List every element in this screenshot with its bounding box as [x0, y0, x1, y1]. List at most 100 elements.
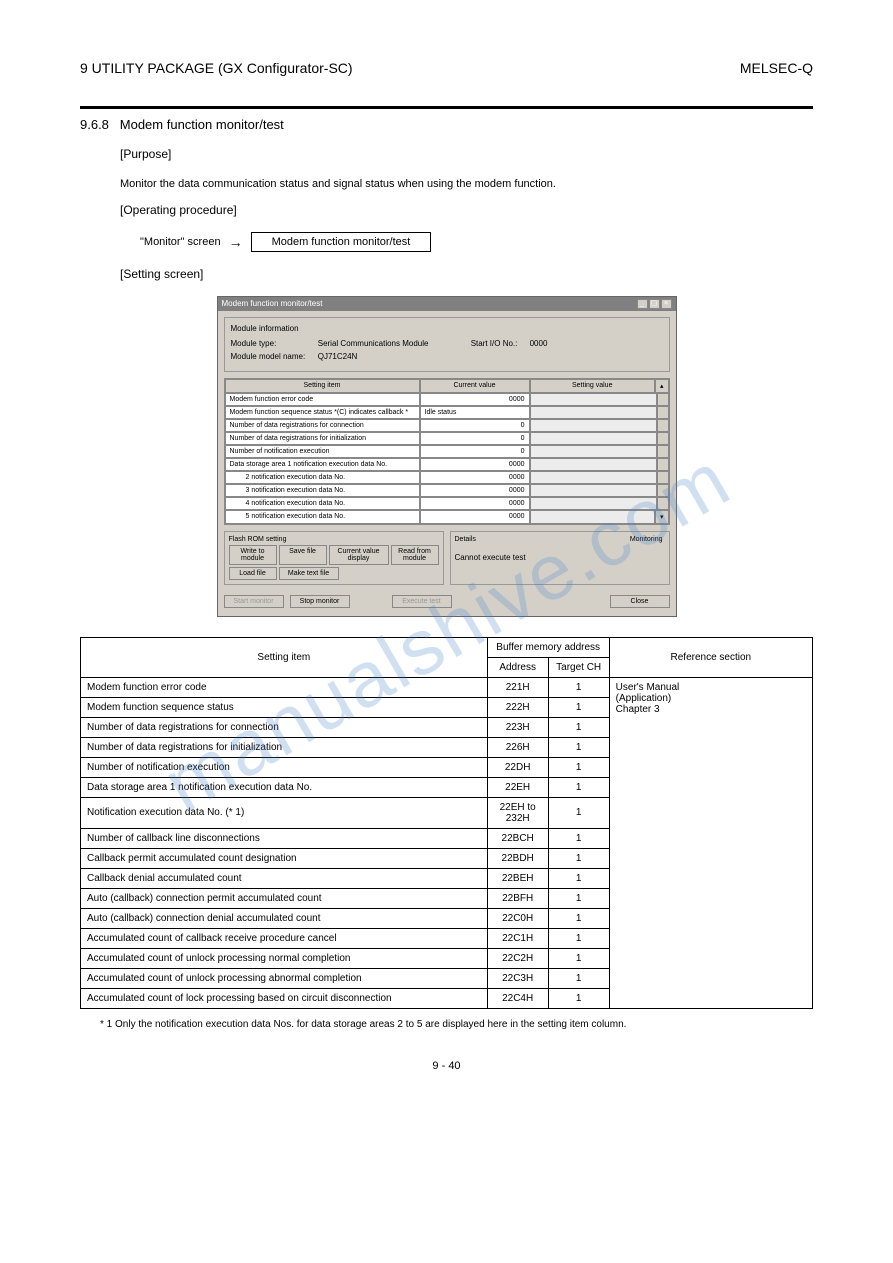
table-cell-ch: 1: [548, 828, 609, 848]
grid-scrollbar-track[interactable]: [657, 445, 669, 458]
grid-scrollbar-track[interactable]: [657, 432, 669, 445]
operating-procedure-label: [Operating procedure]: [120, 203, 813, 217]
grid-scrollbar-up[interactable]: ▴: [655, 379, 669, 393]
grid-cell-setting: [530, 445, 657, 458]
save-file-button[interactable]: Save file: [279, 545, 327, 565]
table-cell-item: Notification execution data No. (* 1): [81, 797, 488, 828]
grid-cell-label: 2 notification execution data No.: [225, 471, 420, 484]
table-cell-item: Number of data registrations for initial…: [81, 737, 488, 757]
table-cell-ch: 1: [548, 848, 609, 868]
grid-row[interactable]: Modem function error code0000: [225, 393, 669, 406]
grid-row[interactable]: Data storage area 1 notification executi…: [225, 458, 669, 471]
details-body: Cannot execute test: [455, 553, 665, 562]
table-cell-item: Modem function sequence status: [81, 697, 488, 717]
grid-scrollbar-track[interactable]: [657, 471, 669, 484]
table-cell-address: 22EH: [487, 777, 548, 797]
table-cell-reference: User's Manual (Application) Chapter 3: [609, 677, 812, 1008]
table-cell-address: 22C3H: [487, 968, 548, 988]
table-footnote: * 1 Only the notification execution data…: [100, 1019, 813, 1030]
start-io-label: Start I/O No.:: [471, 339, 518, 348]
table-cell-ch: 1: [548, 697, 609, 717]
grid-cell-setting: [530, 471, 657, 484]
table-cell-ch: 1: [548, 717, 609, 737]
write-to-module-button[interactable]: Write to module: [229, 545, 277, 565]
flash-rom-setting-group: Flash ROM setting Write to module Save f…: [224, 531, 444, 585]
grid-header-setting: Setting item: [225, 379, 420, 393]
close-button[interactable]: Close: [610, 595, 670, 608]
execute-test-button[interactable]: Execute test: [392, 595, 452, 608]
settings-table: Setting item Buffer memory address Refer…: [80, 637, 813, 1009]
table-cell-item: Accumulated count of lock processing bas…: [81, 988, 488, 1008]
grid-row[interactable]: Modem function sequence status *(C) indi…: [225, 406, 669, 419]
start-monitor-button[interactable]: Start monitor: [224, 595, 284, 608]
grid-cell-value: 0000: [420, 510, 530, 524]
grid-cell-label: Data storage area 1 notification executi…: [225, 458, 420, 471]
page-number: 9 - 40: [80, 1060, 813, 1072]
grid-cell-setting: [530, 393, 657, 406]
purpose-body: Monitor the data communication status an…: [120, 176, 813, 193]
grid-scrollbar-track[interactable]: [657, 484, 669, 497]
dialog-titlebar: Modem function monitor/test _ ▢ ×: [218, 297, 676, 311]
grid-scrollbar-track[interactable]: [657, 458, 669, 471]
step-label: "Monitor" screen: [140, 236, 221, 248]
flash-rom-title: Flash ROM setting: [229, 536, 439, 543]
table-subheader-address: Address: [487, 657, 548, 677]
grid-cell-setting: [530, 497, 657, 510]
table-header-buffer: Buffer memory address: [487, 637, 609, 657]
stop-monitor-button[interactable]: Stop monitor: [290, 595, 350, 608]
table-cell-ch: 1: [548, 677, 609, 697]
grid-cell-setting: [530, 510, 655, 524]
table-cell-item: Number of data registrations for connect…: [81, 717, 488, 737]
table-cell-item: Accumulated count of unlock processing a…: [81, 968, 488, 988]
header-right: MELSEC-Q: [740, 60, 813, 76]
grid-cell-label: Modem function sequence status *(C) indi…: [225, 406, 420, 419]
table-cell-ch: 1: [548, 928, 609, 948]
grid-cell-setting: [530, 458, 657, 471]
grid-cell-label: 4 notification execution data No.: [225, 497, 420, 510]
table-cell-address: 22EH to 232H: [487, 797, 548, 828]
grid-cell-label: Number of notification execution: [225, 445, 420, 458]
grid-scrollbar-track[interactable]: [657, 393, 669, 406]
window-minimize-button[interactable]: _: [637, 299, 648, 309]
grid-row[interactable]: Number of notification execution0: [225, 445, 669, 458]
grid-row[interactable]: Number of data registrations for connect…: [225, 419, 669, 432]
arrow-icon: →: [229, 234, 243, 250]
dialog-window: Modem function monitor/test _ ▢ × Module…: [217, 296, 677, 617]
grid-scrollbar-track[interactable]: [657, 406, 669, 419]
grid-scrollbar-track[interactable]: [657, 497, 669, 510]
grid-cell-value: 0: [420, 432, 530, 445]
grid-row[interactable]: 5 notification execution data No.0000▾: [225, 510, 669, 524]
table-cell-item: Accumulated count of unlock processing n…: [81, 948, 488, 968]
grid-cell-label: 3 notification execution data No.: [225, 484, 420, 497]
grid-cell-label: Number of data registrations for connect…: [225, 419, 420, 432]
table-cell-address: 223H: [487, 717, 548, 737]
grid-row[interactable]: 3 notification execution data No.0000: [225, 484, 669, 497]
grid-cell-setting: [530, 484, 657, 497]
table-cell-ch: 1: [548, 737, 609, 757]
make-text-file-button[interactable]: Make text file: [279, 567, 339, 580]
page-header: 9 UTILITY PACKAGE (GX Configurator-SC) M…: [80, 60, 813, 76]
table-cell-address: 22DH: [487, 757, 548, 777]
read-from-module-button[interactable]: Read from module: [391, 545, 439, 565]
window-maximize-button[interactable]: ▢: [649, 299, 660, 309]
grid-row[interactable]: 4 notification execution data No.0000: [225, 497, 669, 510]
section-title-text: Modem function monitor/test: [120, 117, 284, 132]
grid-cell-value: 0000: [420, 458, 530, 471]
table-cell-ch: 1: [548, 777, 609, 797]
table-cell-address: 22BCH: [487, 828, 548, 848]
grid-scrollbar-track[interactable]: ▾: [655, 510, 669, 524]
grid-scrollbar-track[interactable]: [657, 419, 669, 432]
load-file-button[interactable]: Load file: [229, 567, 277, 580]
table-subheader-target-ch: Target CH: [548, 657, 609, 677]
header-rule: [80, 106, 813, 109]
window-close-button[interactable]: ×: [661, 299, 672, 309]
table-header-setting: Setting item: [81, 637, 488, 677]
grid-row[interactable]: Number of data registrations for initial…: [225, 432, 669, 445]
table-cell-item: Auto (callback) connection permit accumu…: [81, 888, 488, 908]
grid-row[interactable]: 2 notification execution data No.0000: [225, 471, 669, 484]
grid-cell-label: Number of data registrations for initial…: [225, 432, 420, 445]
module-type-label: Module type:: [231, 339, 316, 348]
current-value-display-button[interactable]: Current value display: [329, 545, 389, 565]
table-cell-ch: 1: [548, 948, 609, 968]
setting-screen-label: [Setting screen]: [120, 267, 813, 281]
